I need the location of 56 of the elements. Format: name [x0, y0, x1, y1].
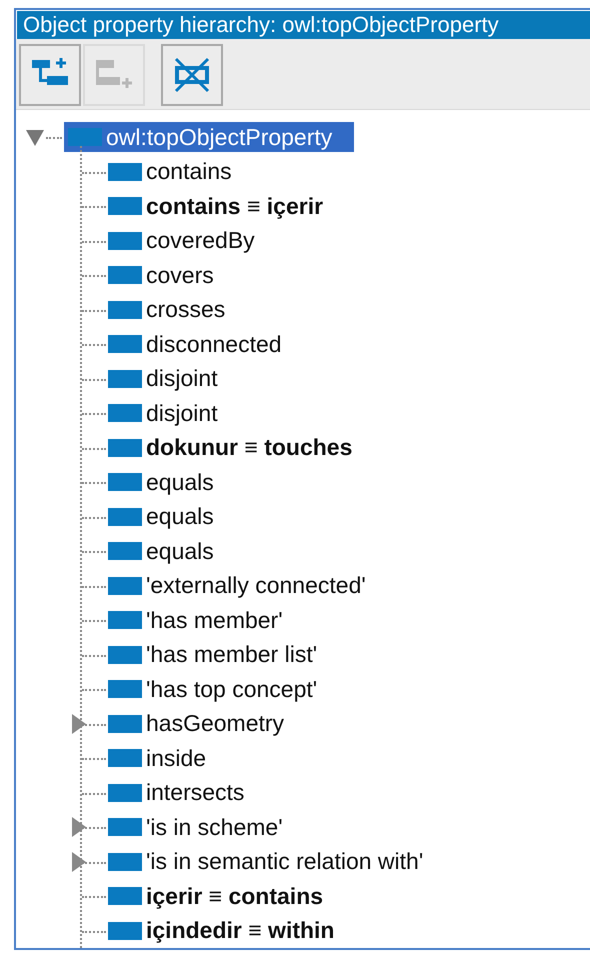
expand-arrow-icon[interactable]: [72, 852, 86, 872]
property-icon: [108, 922, 142, 940]
tree-item[interactable]: hasGeometry: [146, 710, 284, 738]
add-sub-button[interactable]: [19, 44, 81, 106]
property-icon: [108, 542, 142, 560]
tree-item[interactable]: 'has member list': [146, 641, 318, 668]
tree-item[interactable]: içindedir ≡ within: [146, 917, 334, 944]
delete-button[interactable]: [161, 44, 223, 106]
property-icon: [108, 508, 142, 526]
property-icon: [108, 646, 142, 664]
expand-arrow-icon[interactable]: [72, 714, 86, 734]
tree-item[interactable]: disjoint: [146, 400, 218, 427]
property-icon: [108, 714, 142, 733]
tree-item[interactable]: içerir ≡ contains: [146, 882, 324, 910]
tree-item[interactable]: 'is in scheme': [146, 814, 283, 841]
panel-title: Object property hierarchy: owl:topObjectProperty: [17, 11, 590, 39]
tree-item[interactable]: contains: [146, 158, 232, 186]
tree-item[interactable]: disconnected: [146, 330, 282, 358]
property-icon: [108, 300, 142, 319]
root-tree-item[interactable]: owl:topObjectProperty: [64, 122, 354, 152]
delete-icon: [174, 57, 210, 93]
expand-arrow-icon[interactable]: [72, 817, 86, 837]
property-icon: [108, 818, 142, 836]
property-icon: [108, 576, 142, 595]
tree-item[interactable]: dokunur ≡ touches: [146, 434, 352, 462]
property-icon: [108, 749, 142, 768]
property-icon: [108, 852, 142, 871]
property-icon: [108, 680, 142, 698]
tree-item[interactable]: 'has member': [146, 606, 283, 634]
property-icon: [108, 887, 142, 906]
tree-item[interactable]: intersects: [146, 779, 244, 806]
property-icon: [108, 784, 142, 802]
tree-item[interactable]: coveredBy: [146, 227, 255, 254]
property-icon: [108, 162, 142, 181]
property-icon: [108, 232, 142, 250]
tree-item[interactable]: 'is in semantic relation with': [146, 848, 424, 876]
property-icon: [108, 335, 142, 354]
tree-item[interactable]: contains ≡ içerir: [146, 192, 324, 220]
property-icon: [108, 611, 142, 630]
property-icon: [108, 473, 142, 492]
property-icon: [108, 266, 142, 284]
property-icon: [108, 197, 142, 216]
property-icon: [108, 370, 142, 388]
tree-item[interactable]: 'has top concept': [146, 676, 318, 703]
tree-item[interactable]: inside: [146, 744, 206, 772]
tree-item[interactable]: equals: [146, 468, 214, 496]
tree-item[interactable]: equals: [146, 503, 214, 530]
property-icon: [108, 438, 142, 457]
collapse-arrow-icon[interactable]: [26, 130, 44, 146]
tree-item[interactable]: equals: [146, 538, 214, 565]
tree-item[interactable]: crosses: [146, 296, 226, 324]
tree-item[interactable]: covers: [146, 262, 214, 289]
property-icon: [68, 128, 102, 146]
property-icon: [108, 404, 142, 422]
tree-item[interactable]: disjoint: [146, 365, 218, 392]
tree-item[interactable]: 'externally connected': [146, 572, 366, 600]
